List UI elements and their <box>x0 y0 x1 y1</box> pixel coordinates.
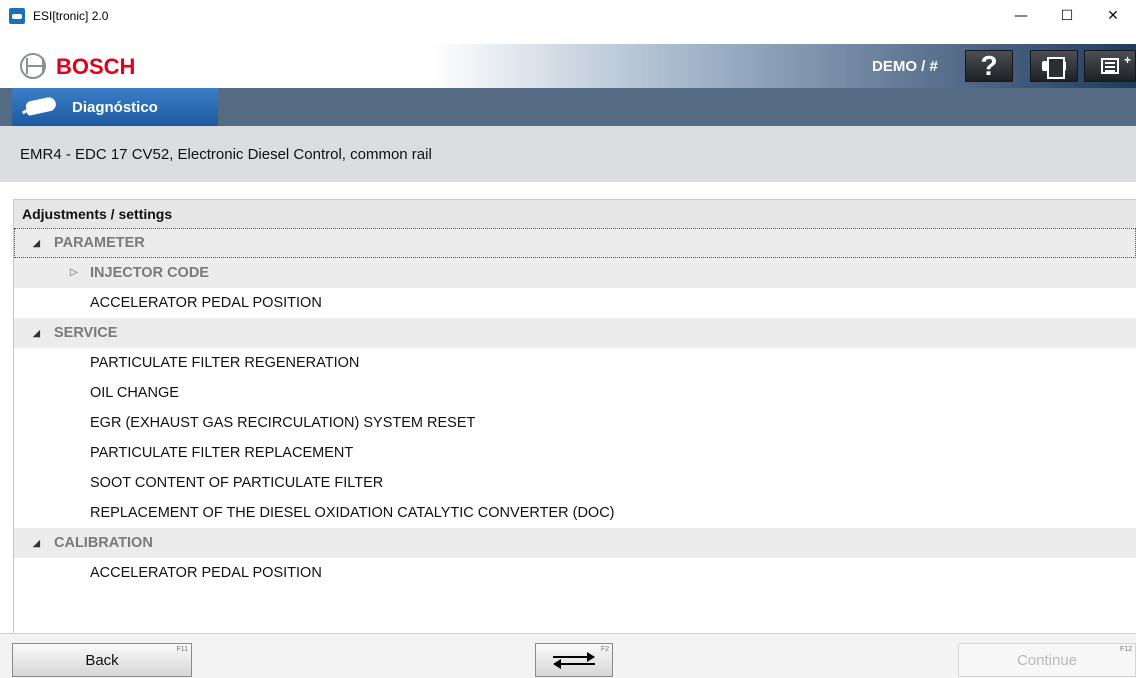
bosch-logo-icon <box>20 53 46 79</box>
footer-bar: Back F11 F2 Continue F12 <box>0 633 1136 678</box>
tree-item-oil-change[interactable]: OIL CHANGE <box>14 378 1136 408</box>
back-button-label: Back <box>85 651 119 669</box>
arrow-right-icon <box>587 652 595 662</box>
print-button[interactable] <box>1030 50 1078 82</box>
close-button[interactable]: ✕ <box>1090 0 1136 32</box>
continue-button-label: Continue <box>1016 651 1078 669</box>
help-icon: ? <box>980 50 998 81</box>
tree-item-label: INJECTOR CODE <box>90 265 209 281</box>
function-key-hint: F12 <box>1119 646 1132 653</box>
arrow-left-icon <box>553 659 561 669</box>
back-button[interactable]: Back F11 <box>12 643 192 677</box>
switch-view-button[interactable]: F2 <box>535 643 613 677</box>
maximize-button[interactable]: ☐ <box>1044 0 1090 32</box>
ecu-subheader: EMR4 - EDC 17 CV52, Electronic Diesel Co… <box>0 126 1136 182</box>
app-icon <box>9 8 25 24</box>
tree-item-label: PARTICULATE FILTER REGENERATION <box>90 355 360 371</box>
tree-item-label: PARTICULATE FILTER REPLACEMENT <box>90 445 354 461</box>
tree-group-label: PARAMETER <box>54 235 145 251</box>
tree-item-label: ACCELERATOR PEDAL POSITION <box>90 295 322 311</box>
collapse-arrow-icon[interactable]: ◢ <box>33 318 40 348</box>
tree-group-service[interactable]: ◢ SERVICE <box>14 318 1136 348</box>
tree-item-calibration-accelerator-pedal[interactable]: ACCELERATOR PEDAL POSITION <box>14 558 1136 588</box>
tree-item-label: SOOT CONTENT OF PARTICULATE FILTER <box>90 475 384 491</box>
tree-item-label: ACCELERATOR PEDAL POSITION <box>90 565 322 581</box>
tree-item-egr-system-reset[interactable]: EGR (EXHAUST GAS RECIRCULATION) SYSTEM R… <box>14 408 1136 438</box>
collapse-arrow-icon[interactable]: ◢ <box>33 228 40 258</box>
tree-item-injector-code[interactable]: ▷ INJECTOR CODE <box>14 258 1136 288</box>
expand-arrow-icon[interactable]: ▷ <box>70 258 78 288</box>
function-key-hint: F2 <box>600 646 609 653</box>
window-title: ESI[tronic] 2.0 <box>33 9 109 23</box>
tree-item-soot-content[interactable]: SOOT CONTENT OF PARTICULATE FILTER <box>14 468 1136 498</box>
brand-header: BOSCH DEMO / # ? + <box>0 44 1136 88</box>
tab-diagnostico[interactable]: Diagnóstico <box>12 88 218 126</box>
user-label: DEMO / # <box>872 58 938 75</box>
tree-item-label: OIL CHANGE <box>90 385 179 401</box>
tree-item-particulate-filter-replacement[interactable]: PARTICULATE FILTER REPLACEMENT <box>14 438 1136 468</box>
function-key-hint: F11 <box>176 646 188 653</box>
collapse-arrow-icon[interactable]: ◢ <box>33 528 40 558</box>
tree-group-label: SERVICE <box>54 325 118 341</box>
tree-item-doc-replacement[interactable]: REPLACEMENT OF THE DIESEL OXIDATION CATA… <box>14 498 1136 528</box>
ecu-title: EMR4 - EDC 17 CV52, Electronic Diesel Co… <box>20 146 432 163</box>
help-button[interactable]: ? <box>965 50 1013 82</box>
title-bar: ESI[tronic] 2.0 — ☐ ✕ <box>0 0 1136 32</box>
menu-arrow-icon: + <box>1123 53 1131 67</box>
tree-group-label: CALIBRATION <box>54 535 153 551</box>
window-controls: — ☐ ✕ <box>998 0 1136 32</box>
minimize-button[interactable]: — <box>998 0 1044 32</box>
diagnostic-plug-icon <box>22 95 62 119</box>
tree-item-label: EGR (EXHAUST GAS RECIRCULATION) SYSTEM R… <box>90 415 476 431</box>
tree-item-accelerator-pedal-position[interactable]: ACCELERATOR PEDAL POSITION <box>14 288 1136 318</box>
adjustments-panel: Adjustments / settings ◢ PARAMETER ▷ INJ… <box>13 199 1136 633</box>
tree-group-calibration[interactable]: ◢ CALIBRATION <box>14 528 1136 558</box>
printer-icon <box>1042 57 1066 79</box>
tree-group-parameter[interactable]: ◢ PARAMETER <box>14 228 1136 258</box>
menu-button[interactable]: + <box>1084 50 1136 82</box>
menu-list-icon <box>1101 58 1119 74</box>
tree-item-particulate-filter-regeneration[interactable]: PARTICULATE FILTER REGENERATION <box>14 348 1136 378</box>
continue-button[interactable]: Continue F12 <box>958 643 1136 677</box>
panel-header: Adjustments / settings <box>14 200 1136 228</box>
tree-item-label: REPLACEMENT OF THE DIESEL OXIDATION CATA… <box>90 505 615 521</box>
swap-arrows-icon <box>553 651 595 669</box>
brand-name: BOSCH <box>56 54 136 79</box>
tab-label: Diagnóstico <box>72 98 158 116</box>
